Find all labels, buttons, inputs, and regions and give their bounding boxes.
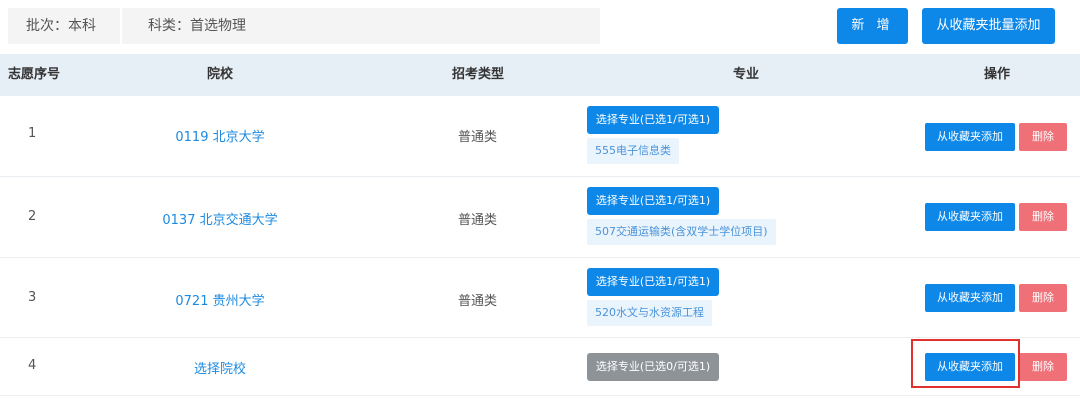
admission-type: 普通类 — [458, 213, 498, 228]
row-index: 4 — [28, 358, 37, 373]
filter-bar: 批次：本科 科类：首选物理 新 增 从收藏夹批量添加 — [0, 0, 1080, 52]
column-header-index: 志愿序号 — [8, 67, 61, 82]
column-header-major: 专业 — [733, 67, 760, 82]
subject-label: 科类：首选物理 — [122, 8, 600, 44]
add-from-favorites-button[interactable]: 从收藏夹添加 — [925, 123, 1015, 151]
select-major-button[interactable]: 选择专业(已选1/可选1) — [587, 187, 719, 215]
highlight-box — [911, 339, 1020, 388]
add-button[interactable]: 新 增 — [837, 8, 908, 44]
add-from-favorites-button[interactable]: 从收藏夹添加 — [925, 284, 1015, 312]
select-major-button[interactable]: 选择专业(已选1/可选1) — [587, 268, 719, 296]
delete-button[interactable]: 删除 — [1019, 284, 1067, 312]
admission-type: 普通类 — [458, 130, 498, 145]
school-link[interactable]: 0721 贵州大学 — [120, 290, 320, 309]
select-major-button[interactable]: 选择专业(已选0/可选1) — [587, 353, 719, 381]
table-row: 2 0137 北京交通大学 普通类 选择专业(已选1/可选1) 507交通运输类… — [0, 177, 1080, 258]
row-index: 1 — [28, 126, 37, 141]
delete-button[interactable]: 删除 — [1019, 203, 1067, 231]
column-header-school: 院校 — [207, 67, 234, 82]
table-row: 3 0721 贵州大学 普通类 选择专业(已选1/可选1) 520水文与水资源工… — [0, 258, 1080, 338]
admission-type: 普通类 — [458, 294, 498, 309]
row-index: 3 — [28, 290, 37, 305]
add-from-favorites-button[interactable]: 从收藏夹添加 — [925, 203, 1015, 231]
delete-button[interactable]: 删除 — [1019, 353, 1067, 381]
major-tag: 507交通运输类(含双学士学位项目) — [587, 219, 776, 245]
major-tag: 520水文与水资源工程 — [587, 300, 712, 326]
table-header: 志愿序号 院校 招考类型 专业 操作 — [0, 54, 1080, 96]
column-header-type: 招考类型 — [452, 67, 505, 82]
batch-label: 批次：本科 — [8, 8, 120, 44]
major-tag: 555电子信息类 — [587, 138, 679, 164]
select-school-link[interactable]: 选择院校 — [120, 358, 320, 377]
school-link[interactable]: 0137 北京交通大学 — [120, 209, 320, 228]
select-major-button[interactable]: 选择专业(已选1/可选1) — [587, 106, 719, 134]
row-index: 2 — [28, 209, 37, 224]
delete-button[interactable]: 删除 — [1019, 123, 1067, 151]
batch-add-from-favorites-button[interactable]: 从收藏夹批量添加 — [922, 8, 1055, 44]
table-row: 1 0119 北京大学 普通类 选择专业(已选1/可选1) 555电子信息类 从… — [0, 96, 1080, 177]
column-header-actions: 操作 — [984, 67, 1011, 82]
school-link[interactable]: 0119 北京大学 — [120, 126, 320, 145]
